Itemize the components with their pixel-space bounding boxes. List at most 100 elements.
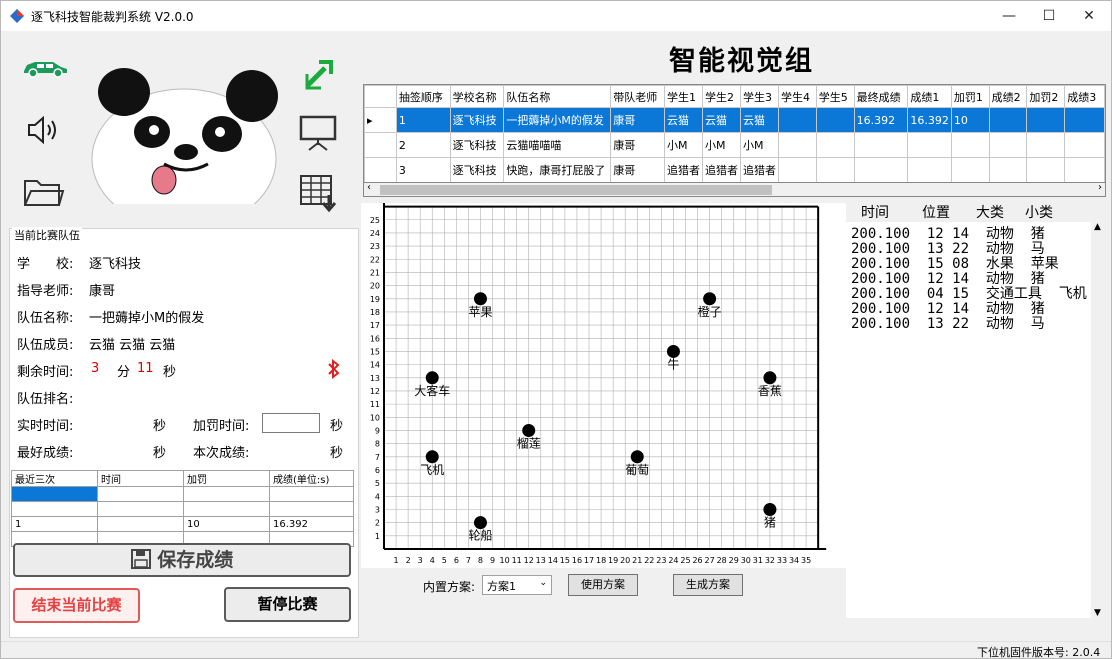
grid-column-header[interactable]: 最终成绩 <box>853 85 909 108</box>
table-cell[interactable] <box>907 132 952 158</box>
table-cell[interactable]: 小M <box>663 132 703 158</box>
table-cell[interactable] <box>988 132 1028 158</box>
grid-column-header[interactable]: 成绩3 <box>1064 85 1105 108</box>
car-icon[interactable] <box>21 56 69 78</box>
table-cell[interactable]: 3 <box>395 157 451 183</box>
minimize-button[interactable]: — <box>989 1 1029 31</box>
table-cell[interactable]: 康哥 <box>610 132 665 158</box>
table-cell[interactable]: 云猫 <box>739 107 779 133</box>
table-cell[interactable] <box>950 132 990 158</box>
folder-icon[interactable] <box>23 175 65 209</box>
table-cell[interactable]: 追猎者 <box>739 157 779 183</box>
table-cell[interactable]: 康哥 <box>610 157 665 183</box>
grid-column-header[interactable]: 抽签顺序 <box>395 85 451 108</box>
table-cell[interactable]: 逐飞科技 <box>449 107 505 133</box>
table-cell[interactable]: 10 <box>950 107 990 133</box>
row-header-cell[interactable] <box>364 132 397 158</box>
table-cell[interactable] <box>183 486 270 502</box>
teams-grid[interactable]: 抽签顺序 学校名称 队伍名称 带队老师 学生1 学生2 学生3 学生4 学生5 最终成绩 成绩1 加罚… <box>363 84 1106 197</box>
table-cell[interactable]: 1 <box>11 516 98 532</box>
table-cell[interactable] <box>1064 132 1105 158</box>
row-header-cell[interactable] <box>364 157 397 183</box>
table-cell[interactable]: 追猎者 <box>663 157 703 183</box>
table-cell[interactable] <box>97 486 184 502</box>
table-cell[interactable] <box>988 107 1028 133</box>
table-row[interactable]: ▸ 1 逐飞科技 一把薅掉小M的假发 康哥 云猫 云猫 云猫 16.392 16.392 10 <box>364 107 1105 133</box>
table-cell[interactable] <box>853 132 909 158</box>
table-cell[interactable]: 16.392 <box>269 516 354 532</box>
table-cell[interactable] <box>907 157 952 183</box>
scroll-left-icon[interactable]: ‹ <box>367 182 371 193</box>
table-export-icon[interactable] <box>299 173 339 213</box>
export-icon[interactable] <box>303 56 335 92</box>
table-cell[interactable]: 10 <box>183 516 270 532</box>
table-cell[interactable]: 云猫喵喵喵 <box>503 132 612 158</box>
table-cell[interactable]: 逐飞科技 <box>449 132 505 158</box>
table-cell[interactable]: 2 <box>395 132 451 158</box>
speaker-icon[interactable] <box>25 114 63 146</box>
table-row[interactable]: 1 10 16.392 <box>11 516 354 532</box>
penalty-time-input[interactable] <box>262 413 320 433</box>
table-cell[interactable] <box>1064 157 1105 183</box>
horizontal-scrollbar[interactable]: ‹ › <box>363 182 1106 197</box>
scroll-up-icon[interactable]: ▲ <box>1094 222 1101 232</box>
grid-column-header[interactable]: 成绩1 <box>907 85 952 108</box>
row-header-cell[interactable]: ▸ <box>364 107 397 133</box>
generate-plan-button[interactable]: 生成方案 <box>673 574 743 596</box>
table-cell[interactable] <box>815 107 855 133</box>
table-cell[interactable] <box>269 501 354 517</box>
table-row[interactable]: 2 逐飞科技 云猫喵喵喵 康哥 小M 小M 小M <box>364 132 1105 158</box>
close-button[interactable]: ✕ <box>1069 1 1109 31</box>
table-cell[interactable]: 一把薅掉小M的假发 <box>503 107 612 133</box>
grid-column-header[interactable]: 成绩2 <box>988 85 1028 108</box>
grid-column-header[interactable]: 加罚1 <box>950 85 990 108</box>
table-row[interactable]: 3 逐飞科技 快跑，康哥打屁股了 康哥 追猎者 追猎者 追猎者 <box>364 157 1105 183</box>
grid-column-header[interactable]: 加罚2 <box>1026 85 1066 108</box>
table-cell[interactable] <box>97 501 184 517</box>
table-cell[interactable] <box>1026 157 1066 183</box>
table-cell[interactable] <box>815 157 855 183</box>
maximize-button[interactable]: ☐ <box>1029 1 1069 31</box>
table-cell[interactable]: 快跑，康哥打屁股了 <box>503 157 612 183</box>
table-cell[interactable] <box>988 157 1028 183</box>
table-cell[interactable]: 云猫 <box>663 107 703 133</box>
table-cell[interactable] <box>777 132 817 158</box>
table-cell[interactable] <box>815 132 855 158</box>
grid-column-header[interactable]: 带队老师 <box>610 85 665 108</box>
table-cell[interactable]: 16.392 <box>853 107 909 133</box>
save-score-button[interactable]: 保存成绩 <box>13 543 351 577</box>
grid-column-header[interactable]: 学校名称 <box>449 85 505 108</box>
grid-column-header[interactable]: 学生5 <box>815 85 855 108</box>
table-cell[interactable] <box>11 501 98 517</box>
table-cell[interactable] <box>183 501 270 517</box>
table-row[interactable] <box>11 501 354 517</box>
table-cell[interactable]: 1 <box>395 107 451 133</box>
scroll-right-icon[interactable]: › <box>1098 182 1102 193</box>
table-cell[interactable]: 小M <box>739 132 779 158</box>
table-cell[interactable]: 逐飞科技 <box>449 157 505 183</box>
table-cell[interactable] <box>777 107 817 133</box>
table-cell[interactable] <box>97 516 184 532</box>
table-cell[interactable] <box>11 486 98 502</box>
table-cell[interactable] <box>1064 107 1105 133</box>
table-cell[interactable] <box>777 157 817 183</box>
table-cell[interactable]: 16.392 <box>907 107 952 133</box>
table-cell[interactable] <box>950 157 990 183</box>
scroll-down-icon[interactable]: ▼ <box>1094 608 1101 618</box>
scrollbar-thumb[interactable] <box>380 185 772 195</box>
use-plan-button[interactable]: 使用方案 <box>568 574 638 596</box>
grid-column-header[interactable]: 学生1 <box>663 85 703 108</box>
end-match-button[interactable]: 结束当前比赛 <box>13 588 140 623</box>
table-cell[interactable]: 小M <box>701 132 741 158</box>
grid-column-header[interactable]: 队伍名称 <box>503 85 612 108</box>
table-cell[interactable] <box>853 157 909 183</box>
presentation-icon[interactable] <box>299 113 337 151</box>
chevron-down-icon[interactable]: ⌄ <box>539 578 547 588</box>
table-cell[interactable] <box>269 486 354 502</box>
table-cell[interactable]: 康哥 <box>610 107 665 133</box>
table-row[interactable] <box>11 486 354 502</box>
grid-column-header[interactable]: 学生4 <box>777 85 817 108</box>
pause-match-button[interactable]: 暂停比赛 <box>224 587 351 622</box>
grid-column-header[interactable] <box>364 85 397 108</box>
table-cell[interactable]: 云猫 <box>701 107 741 133</box>
